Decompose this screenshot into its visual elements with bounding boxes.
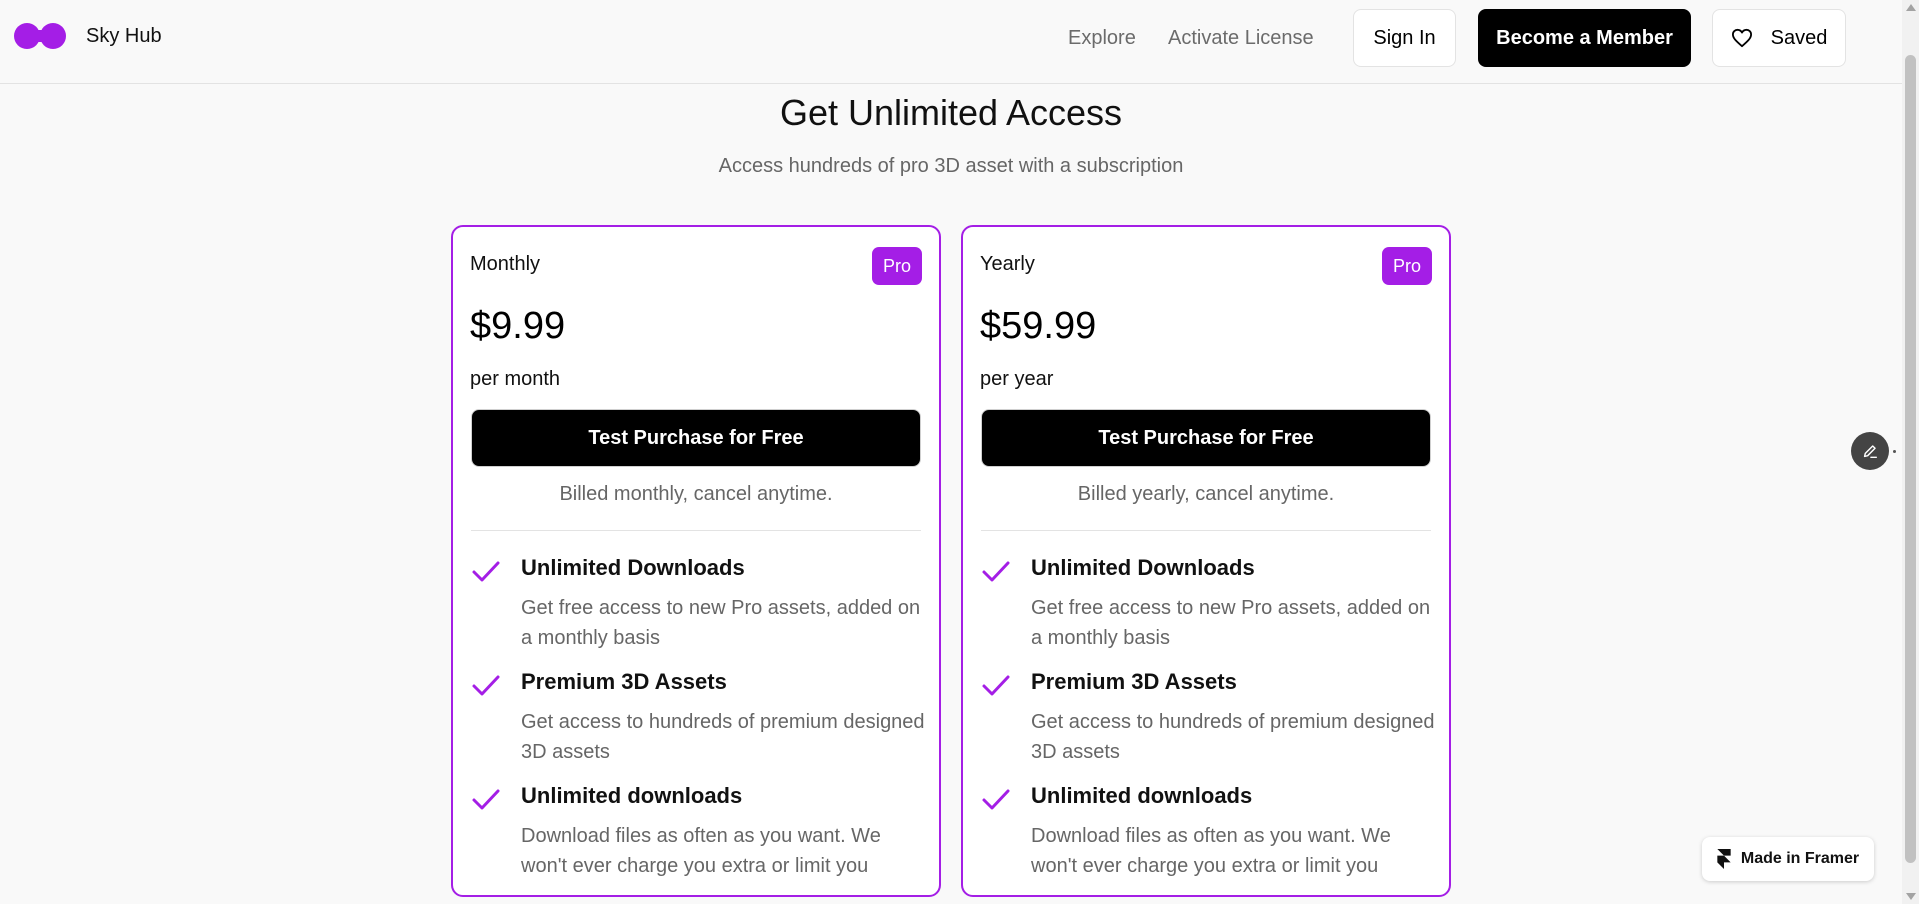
page: Sky Hub Explore Activate License Sign In… bbox=[0, 0, 1902, 904]
billing-note: Billed yearly, cancel anytime. bbox=[1077, 483, 1335, 505]
made-in-framer-label: Made in Framer bbox=[1740, 850, 1860, 867]
check-icon bbox=[982, 789, 1010, 810]
check-icon bbox=[982, 675, 1010, 696]
feature-description: Get free access to new Pro assets, added… bbox=[1031, 597, 1431, 649]
page-subtitle: Access hundreds of pro 3D asset with a s… bbox=[718, 155, 1184, 177]
vertical-scrollbar[interactable] bbox=[1902, 0, 1919, 904]
divider bbox=[981, 530, 1431, 531]
plan-name: Yearly bbox=[980, 253, 1035, 275]
feature-title: Premium 3D Assets bbox=[521, 669, 727, 694]
feature-title: Unlimited Downloads bbox=[1031, 555, 1255, 580]
heart-icon bbox=[1731, 28, 1752, 48]
sign-in-button[interactable]: Sign In bbox=[1353, 9, 1456, 67]
edit-button[interactable] bbox=[1851, 432, 1889, 470]
dot-indicator bbox=[1893, 450, 1896, 453]
plan-card-monthly: Monthly Pro $9.99 per month Test Purchas… bbox=[451, 225, 941, 897]
pro-badge: Pro bbox=[1382, 247, 1432, 285]
become-member-label: Become a Member bbox=[1496, 26, 1673, 49]
brand-link[interactable]: Sky Hub bbox=[14, 22, 162, 50]
scrollbar-thumb[interactable] bbox=[1905, 55, 1916, 863]
check-icon bbox=[472, 789, 500, 810]
billing-note: Billed monthly, cancel anytime. bbox=[559, 483, 833, 505]
made-in-framer-badge[interactable]: Made in Framer bbox=[1702, 837, 1874, 881]
feature-description: Download files as often as you want. We … bbox=[521, 825, 881, 877]
feature-title: Unlimited downloads bbox=[521, 783, 743, 808]
test-purchase-button[interactable]: Test Purchase for Free bbox=[471, 409, 921, 467]
test-purchase-label: Test Purchase for Free bbox=[588, 426, 804, 449]
pencil-icon bbox=[1863, 445, 1878, 459]
check-icon bbox=[472, 675, 500, 696]
nav-explore-link[interactable]: Explore bbox=[1068, 27, 1136, 50]
feature-description: Get access to hundreds of premium design… bbox=[521, 711, 925, 763]
scroll-up-arrow-icon[interactable] bbox=[1906, 4, 1916, 11]
pro-badge: Pro bbox=[872, 247, 922, 285]
feature-title: Unlimited downloads bbox=[1031, 783, 1253, 808]
plan-period: per year bbox=[980, 368, 1054, 390]
logo-icon bbox=[14, 23, 66, 49]
check-icon bbox=[472, 561, 500, 582]
feature-title: Unlimited Downloads bbox=[521, 555, 745, 580]
saved-label: Saved bbox=[1770, 26, 1828, 49]
test-purchase-button[interactable]: Test Purchase for Free bbox=[981, 409, 1431, 467]
page-title: Get Unlimited Access bbox=[779, 92, 1123, 133]
framer-icon bbox=[1717, 849, 1731, 869]
plan-period: per month bbox=[470, 368, 561, 390]
feature-description: Download files as often as you want. We … bbox=[1031, 825, 1391, 877]
divider bbox=[471, 530, 921, 531]
plan-name: Monthly bbox=[470, 253, 541, 275]
feature-description: Get access to hundreds of premium design… bbox=[1031, 711, 1435, 763]
brand-name: Sky Hub bbox=[86, 24, 162, 47]
nav-activate-license-link[interactable]: Activate License bbox=[1168, 27, 1314, 50]
plan-card-yearly: Yearly Pro $59.99 per year Test Purchase… bbox=[961, 225, 1451, 897]
become-member-button[interactable]: Become a Member bbox=[1478, 9, 1691, 67]
feature-description: Get free access to new Pro assets, added… bbox=[521, 597, 921, 649]
plan-price: $59.99 bbox=[980, 305, 1097, 347]
check-icon bbox=[982, 561, 1010, 582]
saved-button[interactable]: Saved bbox=[1712, 9, 1846, 67]
feature-title: Premium 3D Assets bbox=[1031, 669, 1237, 694]
plan-price: $9.99 bbox=[470, 305, 566, 347]
test-purchase-label: Test Purchase for Free bbox=[1098, 426, 1314, 449]
sign-in-label: Sign In bbox=[1373, 26, 1436, 49]
top-navigation-bar: Sky Hub Explore Activate License Sign In… bbox=[0, 0, 1902, 84]
scroll-down-arrow-icon[interactable] bbox=[1906, 893, 1916, 900]
